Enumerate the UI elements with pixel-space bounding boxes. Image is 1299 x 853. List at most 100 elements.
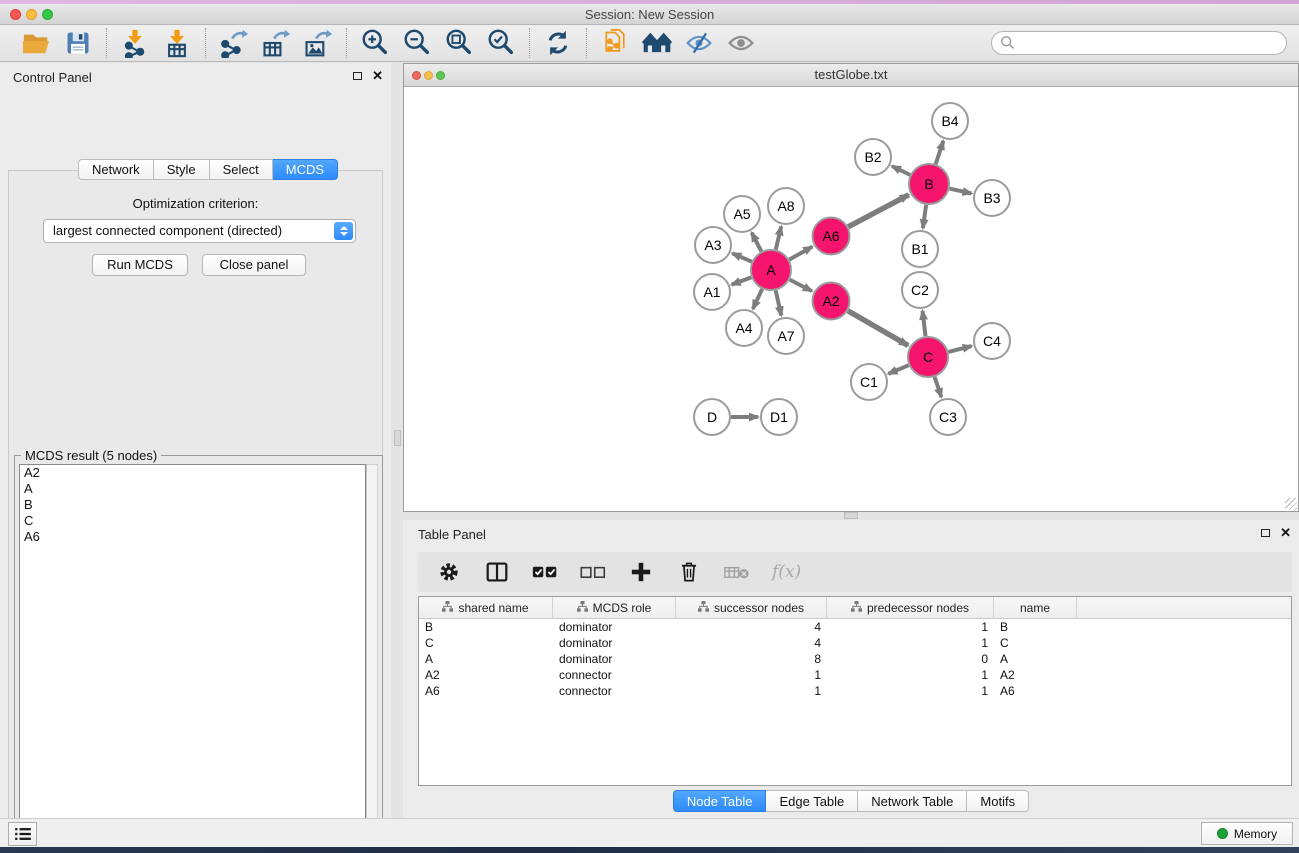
graph-edge-C-C4[interactable] [948,346,971,352]
split-view-icon[interactable] [484,559,510,585]
tab-style[interactable]: Style [154,159,210,180]
window-zoom-button[interactable] [42,9,53,20]
graph-node-label-C4: C4 [983,333,1001,349]
window-close-button[interactable] [10,9,21,20]
graph-edge-A-A2[interactable] [790,280,812,291]
column-header-predecessor-nodes[interactable]: predecessor nodes [827,597,994,619]
table-row[interactable]: Bdominator41B [419,619,1291,635]
window-resize-grip[interactable] [1285,498,1297,510]
column-header-name[interactable]: name [994,597,1077,619]
tab-node-table[interactable]: Node Table [673,790,767,812]
select-all-rows-icon[interactable] [532,559,558,585]
hide-selected-icon[interactable] [683,28,715,58]
refresh-layout-icon[interactable] [542,28,574,58]
window-minimize-button[interactable] [26,9,37,20]
task-history-button[interactable] [8,822,37,846]
network-close-button[interactable] [412,71,421,80]
table-row[interactable]: A2connector11A2 [419,667,1291,683]
column-header-successor-nodes[interactable]: successor nodes [676,597,827,619]
table-cell: 1 [827,619,994,635]
memory-button[interactable]: Memory [1201,822,1293,845]
control-panel-title: Control Panel [13,70,92,85]
save-session-icon[interactable] [62,28,94,58]
delete-table-icon[interactable] [724,559,750,585]
close-panel-button[interactable]: Close panel [202,254,306,276]
zoom-in-icon[interactable] [359,28,391,58]
deselect-all-rows-icon[interactable] [580,559,606,585]
optimization-criterion-label: Optimization criterion: [0,196,391,211]
delete-column-icon[interactable] [676,559,702,585]
add-column-icon[interactable] [628,559,654,585]
table-row[interactable]: A6connector11A6 [419,683,1291,699]
close-panel-icon[interactable]: ✕ [372,71,383,81]
float-panel-icon[interactable] [1261,529,1270,537]
table-cell: A [994,651,1077,667]
search-field[interactable] [991,31,1287,55]
tab-mcds[interactable]: MCDS [273,159,338,180]
search-input[interactable] [1016,33,1286,53]
open-session-icon[interactable] [20,28,52,58]
tab-select[interactable]: Select [210,159,273,180]
zoom-out-icon[interactable] [401,28,433,58]
tab-network[interactable]: Network [78,159,154,180]
graph-edge-A6-B[interactable] [848,195,908,227]
control-panel-tabs: NetworkStyleSelectMCDS [78,159,338,180]
network-view-window: testGlobe.txt AA1A2A3A4A5A6A7A8BB1B2B3B4… [403,63,1299,512]
graph-edge-C-C1[interactable] [888,365,908,374]
export-network-icon[interactable] [218,28,250,58]
close-panel-icon[interactable]: ✕ [1280,528,1291,538]
graph-edge-A-A5[interactable] [752,233,762,252]
column-header-MCDS-role[interactable]: MCDS role [553,597,676,619]
graph-edge-A-A8[interactable] [776,226,781,249]
graph-edge-B-B3[interactable] [949,189,971,194]
table-row[interactable]: Adominator80A [419,651,1291,667]
run-mcds-button[interactable]: Run MCDS [92,254,188,276]
table-row[interactable]: Cdominator41C [419,635,1291,651]
zoom-selected-icon[interactable] [485,28,517,58]
mcds-result-item[interactable]: A [20,481,365,497]
graph-edge-A-A6[interactable] [789,247,812,260]
graph-edge-C-C3[interactable] [935,377,942,397]
graph-edge-A-A3[interactable] [732,253,751,261]
network-minimize-button[interactable] [424,71,433,80]
tab-edge-table[interactable]: Edge Table [766,790,858,812]
graph-edge-A-A1[interactable] [732,277,752,284]
graph-edge-B-B4[interactable] [936,141,944,164]
shared-column-icon [698,601,709,615]
tab-network-table[interactable]: Network Table [858,790,967,812]
show-hidden-icon[interactable] [725,28,757,58]
graph-node-label-C2: C2 [911,282,929,298]
mcds-result-item[interactable]: A2 [20,465,365,481]
import-table-from-file-icon[interactable] [161,28,193,58]
table-cell: A6 [994,683,1077,699]
table-cell: 0 [827,651,994,667]
zoom-fit-content-icon[interactable] [443,28,475,58]
column-header-shared-name[interactable]: shared name [419,597,553,619]
network-zoom-button[interactable] [436,71,445,80]
graph-edge-C-C2[interactable] [922,311,925,336]
graph-edge-A-A7[interactable] [776,290,782,315]
mcds-result-item[interactable]: C [20,513,365,529]
mcds-result-item[interactable]: A6 [20,529,365,545]
float-panel-icon[interactable] [353,72,362,80]
graph-edge-A-A4[interactable] [753,289,762,309]
graph-edge-A2-C[interactable] [848,311,908,346]
export-table-icon[interactable] [260,28,292,58]
column-settings-icon[interactable] [436,559,462,585]
network-from-file-icon[interactable] [599,28,631,58]
criterion-dropdown[interactable]: largest connected component (directed) [43,219,356,243]
apply-function-icon[interactable]: f(x) [772,562,801,582]
mcds-result-item[interactable]: B [20,497,365,513]
graph-node-label-A: A [766,262,776,278]
export-image-icon[interactable] [302,28,334,58]
graph-edge-B-B2[interactable] [892,166,910,175]
horizontal-split-handle[interactable] [844,512,858,519]
vertical-split-handle[interactable] [394,430,401,446]
graph-edge-B-B1[interactable] [923,205,926,228]
import-network-from-file-icon[interactable] [119,28,151,58]
mcds-result-scrollbar[interactable] [366,464,378,853]
home-icon[interactable] [641,28,673,58]
network-window-titlebar[interactable]: testGlobe.txt [404,64,1298,87]
tab-motifs[interactable]: Motifs [967,790,1029,812]
network-canvas[interactable]: AA1A2A3A4A5A6A7A8BB1B2B3B4CC1C2C3C4DD1 [404,87,1298,511]
